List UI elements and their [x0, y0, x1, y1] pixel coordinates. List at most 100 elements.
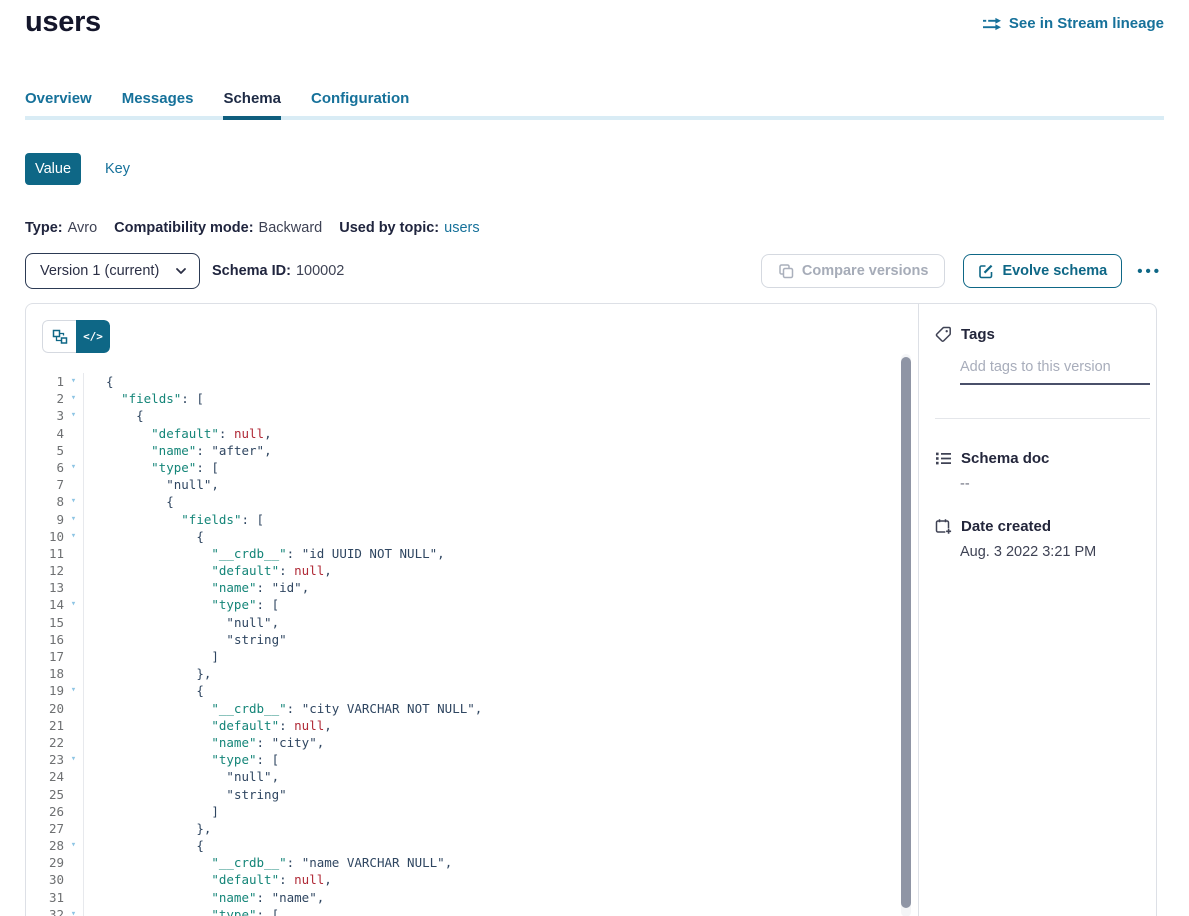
code-editor: 1▾{2▾ "fields": [3▾ {4 "default": null,5…: [26, 373, 898, 916]
code-line-text: {: [83, 682, 898, 699]
code-line-text: "name": "city",: [83, 734, 898, 751]
code-line-text: "name": "after",: [83, 442, 898, 459]
version-select[interactable]: Version 1 (current): [25, 253, 200, 289]
fold-toggle-icon[interactable]: ▾: [64, 493, 83, 510]
copy-icon: [778, 263, 794, 279]
see-in-stream-lineage-link[interactable]: See in Stream lineage: [982, 15, 1164, 32]
list-icon: [935, 450, 952, 467]
fold-spacer: [64, 734, 83, 751]
code-line-text: "fields": [: [83, 390, 898, 407]
compatibility-meta: Compatibility mode:Backward: [114, 220, 322, 236]
tree-view-icon: [52, 329, 68, 345]
compatibility-value: Backward: [259, 220, 323, 236]
fold-toggle-icon[interactable]: ▾: [64, 459, 83, 476]
code-line: 17 ]: [26, 648, 898, 665]
code-line-text: "default": null,: [83, 871, 898, 888]
code-line: 7 "null",: [26, 476, 898, 493]
schema-doc-heading: Schema doc: [961, 450, 1049, 467]
tab-configuration[interactable]: Configuration: [311, 90, 409, 107]
evolve-schema-button[interactable]: Evolve schema: [963, 254, 1122, 288]
code-line-text: "__crdb__": "id UUID NOT NULL",: [83, 545, 898, 562]
code-line: 2▾ "fields": [: [26, 390, 898, 407]
tabs: Overview Messages Schema Configuration: [25, 90, 1164, 116]
fold-toggle-icon[interactable]: ▾: [64, 407, 83, 424]
fold-toggle-icon[interactable]: ▾: [64, 906, 83, 916]
fold-spacer: [64, 700, 83, 717]
code-line: 29 "__crdb__": "name VARCHAR NULL",: [26, 854, 898, 871]
add-tags-input[interactable]: [960, 356, 1150, 385]
more-options-button[interactable]: •••: [1135, 263, 1164, 280]
fold-toggle-icon[interactable]: ▾: [64, 390, 83, 407]
code-line: 5 "name": "after",: [26, 442, 898, 459]
schema-page: users See in Stream lineage Overview Mess…: [0, 0, 1189, 916]
code-line: 30 "default": null,: [26, 871, 898, 888]
line-number: 12: [26, 562, 64, 579]
code-line-text: {: [83, 493, 898, 510]
fold-spacer: [64, 562, 83, 579]
code-line: 11 "__crdb__": "id UUID NOT NULL",: [26, 545, 898, 562]
line-number: 24: [26, 768, 64, 785]
code-line-text: },: [83, 665, 898, 682]
code-line: 4 "default": null,: [26, 425, 898, 442]
code-line: 18 },: [26, 665, 898, 682]
edit-icon: [978, 263, 994, 279]
line-number: 18: [26, 665, 64, 682]
topic-link[interactable]: users: [444, 220, 479, 236]
line-number: 26: [26, 803, 64, 820]
code-line: 19▾ {: [26, 682, 898, 699]
compare-versions-button[interactable]: Compare versions: [761, 254, 946, 288]
schema-panel: </> 1▾{2▾ "fields": [3▾ {4 "default": nu…: [25, 303, 1157, 916]
code-line: 23▾ "type": [: [26, 751, 898, 768]
code-line: 1▾{: [26, 373, 898, 390]
tree-view-button[interactable]: [42, 320, 76, 353]
code-line-text: "default": null,: [83, 717, 898, 734]
tags-heading: Tags: [961, 326, 995, 343]
sidebar-divider: [935, 418, 1150, 419]
code-line-text: ]: [83, 803, 898, 820]
tab-schema[interactable]: Schema: [223, 90, 281, 107]
fold-spacer: [64, 614, 83, 631]
code-line-text: "__crdb__": "city VARCHAR NOT NULL",: [83, 700, 898, 717]
fold-toggle-icon[interactable]: ▾: [64, 511, 83, 528]
value-tab-button[interactable]: Value: [25, 153, 81, 185]
chevron-down-icon: [175, 265, 187, 277]
line-number: 9: [26, 511, 64, 528]
fold-spacer: [64, 871, 83, 888]
fold-spacer: [64, 425, 83, 442]
tab-messages[interactable]: Messages: [122, 90, 194, 107]
line-number: 29: [26, 854, 64, 871]
fold-toggle-icon[interactable]: ▾: [64, 528, 83, 545]
fold-toggle-icon[interactable]: ▾: [64, 751, 83, 768]
code-line: 9▾ "fields": [: [26, 511, 898, 528]
fold-toggle-icon[interactable]: ▾: [64, 837, 83, 854]
fold-toggle-icon[interactable]: ▾: [64, 682, 83, 699]
schema-id-value: 100002: [296, 263, 344, 279]
code-line-text: {: [83, 373, 898, 390]
tag-icon: [935, 326, 952, 343]
code-line: 31 "name": "name",: [26, 889, 898, 906]
schema-id: Schema ID:100002: [212, 263, 344, 279]
code-view-button[interactable]: </>: [76, 320, 110, 353]
code-line: 20 "__crdb__": "city VARCHAR NOT NULL",: [26, 700, 898, 717]
compare-versions-label: Compare versions: [802, 263, 929, 279]
schema-doc-section-header: Schema doc: [935, 450, 1049, 467]
fold-toggle-icon[interactable]: ▾: [64, 596, 83, 613]
fold-spacer: [64, 820, 83, 837]
scrollbar-thumb[interactable]: [901, 357, 911, 908]
calendar-plus-icon: [935, 518, 952, 535]
code-line: 12 "default": null,: [26, 562, 898, 579]
code-line-text: "type": [: [83, 751, 898, 768]
tab-overview[interactable]: Overview: [25, 90, 92, 107]
line-number: 28: [26, 837, 64, 854]
code-line-text: "string": [83, 786, 898, 803]
code-line: 10▾ {: [26, 528, 898, 545]
fold-toggle-icon[interactable]: ▾: [64, 373, 83, 390]
page-title: users: [25, 6, 101, 39]
code-line-text: "name": "id",: [83, 579, 898, 596]
line-number: 19: [26, 682, 64, 699]
code-line-text: "type": [: [83, 596, 898, 613]
code-line-text: },: [83, 820, 898, 837]
key-tab-link[interactable]: Key: [105, 161, 130, 177]
code-line: 32▾ "type": [: [26, 906, 898, 916]
code-line: 24 "null",: [26, 768, 898, 785]
